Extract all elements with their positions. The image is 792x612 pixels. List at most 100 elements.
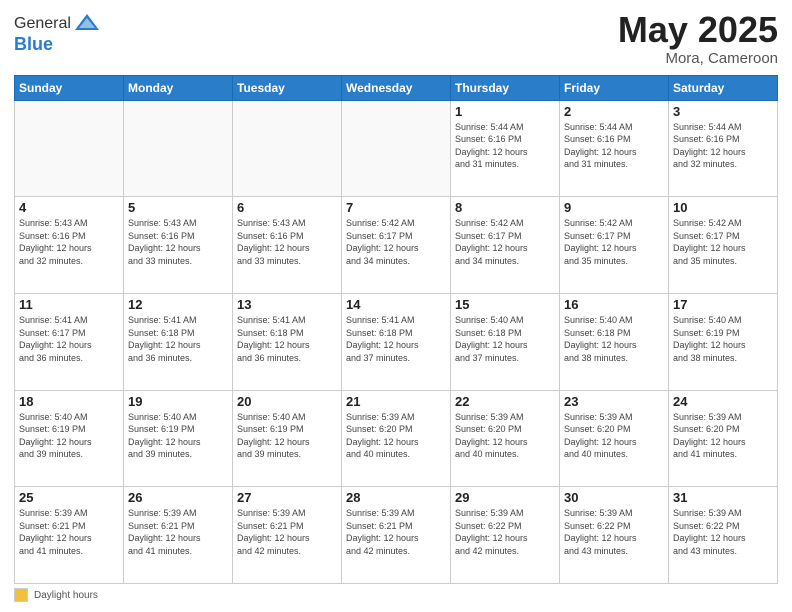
calendar-cell: 31 Sunrise: 5:39 AM Sunset: 6:22 PM Dayli… (669, 487, 778, 584)
day-info: Sunrise: 5:40 AM Sunset: 6:18 PM Dayligh… (455, 314, 555, 364)
weekday-header-thursday: Thursday (451, 75, 560, 100)
calendar-cell (15, 100, 124, 197)
day-info: Sunrise: 5:44 AM Sunset: 6:16 PM Dayligh… (455, 121, 555, 171)
day-number: 14 (346, 297, 446, 312)
weekday-header-saturday: Saturday (669, 75, 778, 100)
logo: General Blue (14, 10, 101, 55)
calendar-cell: 2 Sunrise: 5:44 AM Sunset: 6:16 PM Daylig… (560, 100, 669, 197)
day-number: 30 (564, 490, 664, 505)
day-number: 16 (564, 297, 664, 312)
calendar-cell: 25 Sunrise: 5:39 AM Sunset: 6:21 PM Dayli… (15, 487, 124, 584)
day-info: Sunrise: 5:43 AM Sunset: 6:16 PM Dayligh… (19, 217, 119, 267)
day-info: Sunrise: 5:42 AM Sunset: 6:17 PM Dayligh… (346, 217, 446, 267)
calendar-cell: 19 Sunrise: 5:40 AM Sunset: 6:19 PM Dayli… (124, 390, 233, 487)
calendar-cell (342, 100, 451, 197)
day-number: 18 (19, 394, 119, 409)
day-info: Sunrise: 5:43 AM Sunset: 6:16 PM Dayligh… (128, 217, 228, 267)
calendar-cell: 20 Sunrise: 5:40 AM Sunset: 6:19 PM Dayli… (233, 390, 342, 487)
day-number: 13 (237, 297, 337, 312)
day-info: Sunrise: 5:44 AM Sunset: 6:16 PM Dayligh… (673, 121, 773, 171)
weekday-header-monday: Monday (124, 75, 233, 100)
day-info: Sunrise: 5:39 AM Sunset: 6:20 PM Dayligh… (673, 411, 773, 461)
day-number: 25 (19, 490, 119, 505)
calendar-cell: 6Sunrise: 5:43 AM Sunset: 6:16 PM Daylig… (233, 197, 342, 294)
calendar-cell: 16Sunrise: 5:40 AM Sunset: 6:18 PM Dayli… (560, 293, 669, 390)
week-row-2: 4 Sunrise: 5:43 AM Sunset: 6:16 PM Daylig… (15, 197, 778, 294)
calendar-cell: 10 Sunrise: 5:42 AM Sunset: 6:17 PM Dayli… (669, 197, 778, 294)
day-number: 9 (564, 200, 664, 215)
calendar-cell: 9 Sunrise: 5:42 AM Sunset: 6:17 PM Daylig… (560, 197, 669, 294)
day-info: Sunrise: 5:39 AM Sunset: 6:21 PM Dayligh… (19, 507, 119, 557)
day-number: 5 (128, 200, 228, 215)
calendar-table: SundayMondayTuesdayWednesdayThursdayFrid… (14, 75, 778, 584)
day-info: Sunrise: 5:41 AM Sunset: 6:17 PM Dayligh… (19, 314, 119, 364)
calendar-cell: 29 Sunrise: 5:39 AM Sunset: 6:22 PM Dayli… (451, 487, 560, 584)
calendar-cell: 4 Sunrise: 5:43 AM Sunset: 6:16 PM Daylig… (15, 197, 124, 294)
week-row-4: 18 Sunrise: 5:40 AM Sunset: 6:19 PM Dayli… (15, 390, 778, 487)
day-info: Sunrise: 5:44 AM Sunset: 6:16 PM Dayligh… (564, 121, 664, 171)
day-number: 29 (455, 490, 555, 505)
day-number: 22 (455, 394, 555, 409)
weekday-header-friday: Friday (560, 75, 669, 100)
day-info: Sunrise: 5:39 AM Sunset: 6:22 PM Dayligh… (455, 507, 555, 557)
day-number: 19 (128, 394, 228, 409)
weekday-header-tuesday: Tuesday (233, 75, 342, 100)
day-info: Sunrise: 5:41 AM Sunset: 6:18 PM Dayligh… (237, 314, 337, 364)
week-row-1: 1Sunrise: 5:44 AM Sunset: 6:16 PM Daylig… (15, 100, 778, 197)
day-number: 4 (19, 200, 119, 215)
calendar-cell: 1Sunrise: 5:44 AM Sunset: 6:16 PM Daylig… (451, 100, 560, 197)
day-number: 31 (673, 490, 773, 505)
day-number: 28 (346, 490, 446, 505)
day-number: 12 (128, 297, 228, 312)
calendar-cell: 30Sunrise: 5:39 AM Sunset: 6:22 PM Dayli… (560, 487, 669, 584)
calendar-cell: 21Sunrise: 5:39 AM Sunset: 6:20 PM Dayli… (342, 390, 451, 487)
day-number: 11 (19, 297, 119, 312)
title-location: Mora, Cameroon (618, 50, 778, 67)
calendar-cell: 18 Sunrise: 5:40 AM Sunset: 6:19 PM Dayli… (15, 390, 124, 487)
day-number: 6 (237, 200, 337, 215)
day-info: Sunrise: 5:40 AM Sunset: 6:19 PM Dayligh… (673, 314, 773, 364)
calendar-cell: 27Sunrise: 5:39 AM Sunset: 6:21 PM Dayli… (233, 487, 342, 584)
week-row-3: 11 Sunrise: 5:41 AM Sunset: 6:17 PM Dayli… (15, 293, 778, 390)
weekday-header-wednesday: Wednesday (342, 75, 451, 100)
day-number: 3 (673, 104, 773, 119)
daylight-box-icon (14, 588, 28, 602)
day-number: 2 (564, 104, 664, 119)
title-block: May 2025 Mora, Cameroon (618, 10, 778, 67)
day-info: Sunrise: 5:39 AM Sunset: 6:20 PM Dayligh… (564, 411, 664, 461)
week-row-5: 25 Sunrise: 5:39 AM Sunset: 6:21 PM Dayli… (15, 487, 778, 584)
calendar-cell: 26Sunrise: 5:39 AM Sunset: 6:21 PM Dayli… (124, 487, 233, 584)
calendar-cell: 8Sunrise: 5:42 AM Sunset: 6:17 PM Daylig… (451, 197, 560, 294)
calendar-cell: 14 Sunrise: 5:41 AM Sunset: 6:18 PM Dayli… (342, 293, 451, 390)
calendar-cell: 15Sunrise: 5:40 AM Sunset: 6:18 PM Dayli… (451, 293, 560, 390)
day-info: Sunrise: 5:39 AM Sunset: 6:21 PM Dayligh… (237, 507, 337, 557)
day-info: Sunrise: 5:39 AM Sunset: 6:21 PM Dayligh… (346, 507, 446, 557)
day-info: Sunrise: 5:41 AM Sunset: 6:18 PM Dayligh… (346, 314, 446, 364)
day-info: Sunrise: 5:41 AM Sunset: 6:18 PM Dayligh… (128, 314, 228, 364)
day-number: 7 (346, 200, 446, 215)
day-info: Sunrise: 5:42 AM Sunset: 6:17 PM Dayligh… (673, 217, 773, 267)
day-info: Sunrise: 5:42 AM Sunset: 6:17 PM Dayligh… (564, 217, 664, 267)
day-info: Sunrise: 5:42 AM Sunset: 6:17 PM Dayligh… (455, 217, 555, 267)
weekday-header-row: SundayMondayTuesdayWednesdayThursdayFrid… (15, 75, 778, 100)
weekday-header-sunday: Sunday (15, 75, 124, 100)
calendar-cell (124, 100, 233, 197)
day-info: Sunrise: 5:39 AM Sunset: 6:21 PM Dayligh… (128, 507, 228, 557)
logo-icon (73, 10, 101, 38)
calendar-cell: 28 Sunrise: 5:39 AM Sunset: 6:21 PM Dayli… (342, 487, 451, 584)
calendar-cell: 23Sunrise: 5:39 AM Sunset: 6:20 PM Dayli… (560, 390, 669, 487)
day-info: Sunrise: 5:40 AM Sunset: 6:19 PM Dayligh… (237, 411, 337, 461)
calendar-cell (233, 100, 342, 197)
day-number: 20 (237, 394, 337, 409)
day-info: Sunrise: 5:39 AM Sunset: 6:22 PM Dayligh… (673, 507, 773, 557)
logo-general-text: General (14, 15, 71, 33)
calendar-cell: 17Sunrise: 5:40 AM Sunset: 6:19 PM Dayli… (669, 293, 778, 390)
day-info: Sunrise: 5:40 AM Sunset: 6:19 PM Dayligh… (128, 411, 228, 461)
calendar-cell: 13 Sunrise: 5:41 AM Sunset: 6:18 PM Dayli… (233, 293, 342, 390)
day-info: Sunrise: 5:40 AM Sunset: 6:19 PM Dayligh… (19, 411, 119, 461)
calendar-cell: 3 Sunrise: 5:44 AM Sunset: 6:16 PM Daylig… (669, 100, 778, 197)
calendar-cell: 12 Sunrise: 5:41 AM Sunset: 6:18 PM Dayli… (124, 293, 233, 390)
title-month: May 2025 (618, 10, 778, 50)
calendar-cell: 22Sunrise: 5:39 AM Sunset: 6:20 PM Dayli… (451, 390, 560, 487)
day-number: 10 (673, 200, 773, 215)
